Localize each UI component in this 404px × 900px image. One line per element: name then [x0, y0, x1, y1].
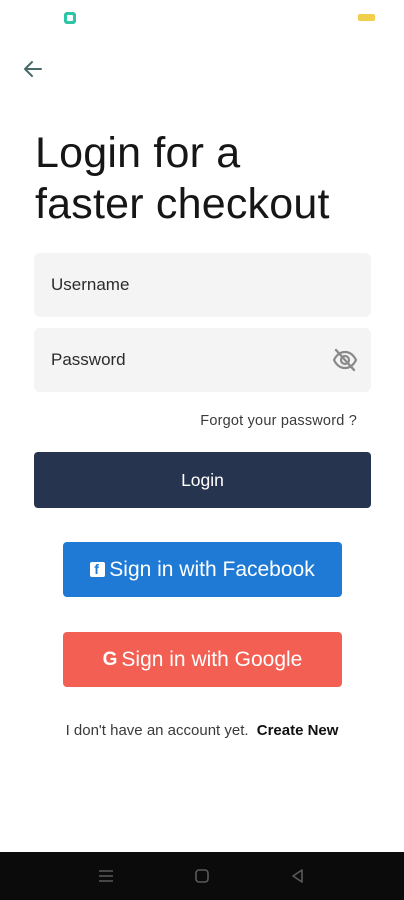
google-icon: G [102, 648, 118, 670]
login-button[interactable]: Login [34, 452, 371, 508]
create-account-link[interactable]: Create New [257, 722, 339, 739]
nav-back-button[interactable] [288, 866, 308, 886]
facebook-signin-button[interactable]: Sign in with Facebook [63, 542, 342, 597]
page-title-line-1: Login for a [35, 129, 241, 177]
password-input[interactable] [34, 328, 371, 392]
status-bar [0, 0, 404, 36]
username-field [34, 253, 371, 317]
app-notification-icon [64, 12, 76, 24]
back-arrow-icon [24, 61, 42, 77]
eye-off-icon [332, 348, 358, 372]
nav-menu-button[interactable] [96, 866, 116, 886]
google-signin-button[interactable]: G Sign in with Google [63, 632, 342, 687]
home-icon [195, 869, 209, 883]
nav-home-button[interactable] [192, 866, 212, 886]
facebook-signin-label: Sign in with Facebook [109, 557, 315, 581]
forgot-password-link[interactable]: Forgot your password ? [200, 413, 357, 429]
system-nav-bar [0, 852, 404, 900]
page-title: Login for a faster checkout [35, 128, 385, 230]
battery-icon [358, 14, 375, 21]
signup-prompt-text: I don't have an account yet. [65, 722, 249, 739]
back-button[interactable] [18, 54, 48, 84]
username-input[interactable] [34, 253, 371, 317]
facebook-icon [90, 561, 106, 577]
back-triangle-icon [292, 869, 303, 883]
signup-prompt: I don't have an account yet. Create New [0, 722, 404, 739]
google-signin-label: Sign in with Google [121, 647, 303, 671]
password-visibility-toggle[interactable] [332, 347, 358, 373]
menu-icon [99, 870, 113, 882]
password-field [34, 328, 371, 392]
page-title-line-2: faster checkout [35, 180, 330, 228]
